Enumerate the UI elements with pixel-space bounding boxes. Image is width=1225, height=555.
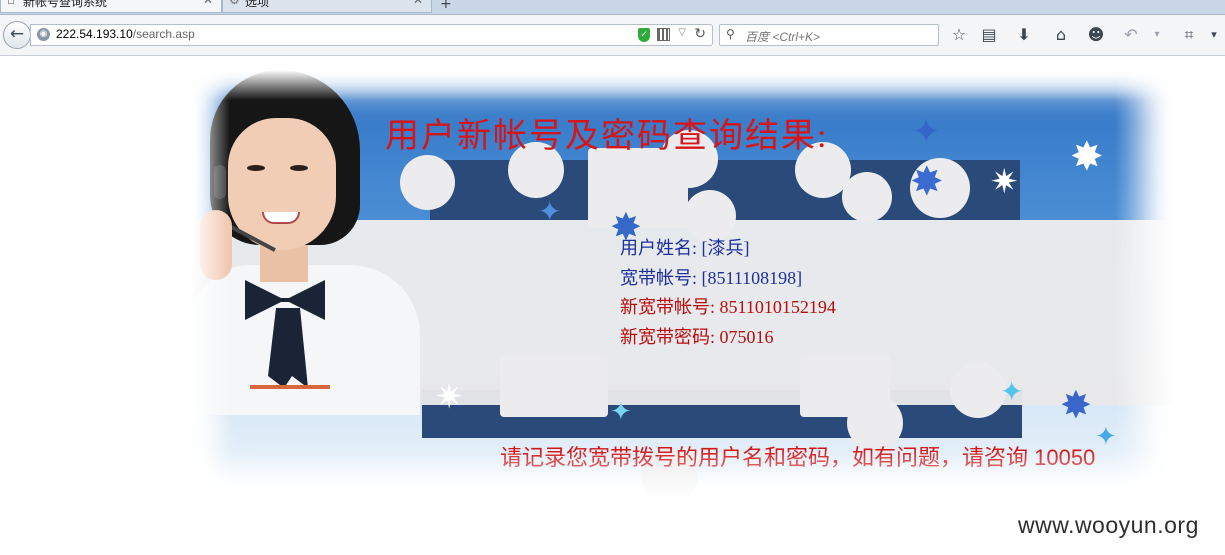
leaf-icon: ✦: [610, 397, 632, 427]
eye: [290, 165, 308, 171]
leaf-icon: ✸: [910, 159, 944, 205]
leaf-icon: ✷: [990, 162, 1019, 202]
url-text[interactable]: 222.54.193.10/search.asp: [56, 27, 195, 41]
decor-bubble: [950, 362, 1006, 418]
chat-icon[interactable]: ☻: [1085, 24, 1107, 46]
back-arrow-icon: ←: [9, 24, 25, 44]
reload-icon[interactable]: ↻: [694, 26, 706, 42]
new-broadband-password-row: 新宽带密码: 075016: [620, 326, 774, 347]
decor-bubble: [500, 355, 608, 417]
leaf-icon: ✦: [1000, 375, 1024, 408]
shield-icon[interactable]: ✓: [638, 28, 650, 42]
search-placeholder: 百度 <Ctrl+K>: [745, 30, 821, 44]
gear-icon: ⚙: [229, 0, 240, 7]
result-banner: ✦ ✸ ✷ ✸ ✸ ✦ ✷ ✦ ✸ ✦ ✦ 用户新帐号及密码查询结果: 用户姓名…: [190, 70, 1175, 500]
page-icon: ▫: [7, 0, 16, 7]
leaf-icon: ✸: [1070, 134, 1104, 180]
face: [228, 118, 336, 250]
undo-icon[interactable]: ↶: [1120, 24, 1142, 46]
collar: [250, 345, 330, 389]
fade: [1115, 70, 1175, 500]
globe-icon: ◉: [37, 28, 50, 41]
close-tab-icon[interactable]: ✕: [413, 0, 423, 6]
leaf-icon: ✦: [538, 195, 562, 228]
chevron-down-icon[interactable]: ▾: [1146, 24, 1168, 46]
tab-search-system[interactable]: ▫ 新帐号查询系统 ✕: [0, 0, 222, 13]
tab-label: 新帐号查询系统: [23, 0, 108, 9]
home-icon[interactable]: ⌂: [1050, 24, 1072, 46]
new-tab-button[interactable]: +: [440, 0, 452, 12]
leaf-icon: ✦: [1095, 422, 1117, 452]
leaf-icon: ✦: [912, 112, 941, 152]
account-info: 用户姓名: [漆兵] 宽带帐号: [8511108198] 新宽带帐号: 851…: [620, 234, 836, 352]
eye: [247, 165, 265, 171]
watermark: www.wooyun.org: [1018, 512, 1199, 538]
address-bar[interactable]: ◉ 222.54.193.10/search.asp ✓ ▽ ↻: [30, 24, 713, 46]
close-tab-icon[interactable]: ✕: [203, 0, 213, 6]
fade: [190, 70, 230, 500]
tab-label: 选项: [245, 0, 270, 9]
back-button[interactable]: ←: [3, 21, 31, 49]
user-name-row: 用户姓名: [漆兵]: [620, 238, 750, 258]
search-input[interactable]: ⚲ 百度 <Ctrl+K>: [719, 24, 939, 46]
leaf-icon: ✸: [1060, 383, 1092, 427]
page-title: 用户新帐号及密码查询结果:: [385, 118, 829, 155]
star-icon[interactable]: ☆: [948, 24, 970, 46]
navigation-toolbar: ← ◉ 222.54.193.10/search.asp ✓ ▽ ↻ ⚲ 百度 …: [0, 15, 1225, 56]
new-broadband-account-row: 新宽带帐号: 8511010152194: [620, 297, 836, 317]
mouth: [262, 212, 300, 224]
decor-bubble: [842, 172, 892, 222]
decor-bubble: [800, 355, 890, 417]
crop-icon[interactable]: ⌗: [1178, 24, 1200, 46]
search-icon: ⚲: [726, 27, 735, 41]
fade: [190, 70, 1175, 100]
qr-code-icon[interactable]: [657, 28, 670, 41]
tab-options[interactable]: ⚙ 选项 ✕: [222, 0, 432, 13]
menu-icon[interactable]: ▾: [1203, 24, 1225, 46]
reading-list-icon[interactable]: ▤: [978, 24, 1000, 46]
download-icon[interactable]: ⬇: [1013, 24, 1035, 46]
chevron-down-icon[interactable]: ▽: [678, 27, 686, 38]
tab-strip: ▫ 新帐号查询系统 ✕ ⚙ 选项 ✕ +: [0, 0, 1225, 15]
broadband-account-row: 宽带帐号: [8511108198]: [620, 267, 803, 288]
fade: [190, 450, 1175, 500]
